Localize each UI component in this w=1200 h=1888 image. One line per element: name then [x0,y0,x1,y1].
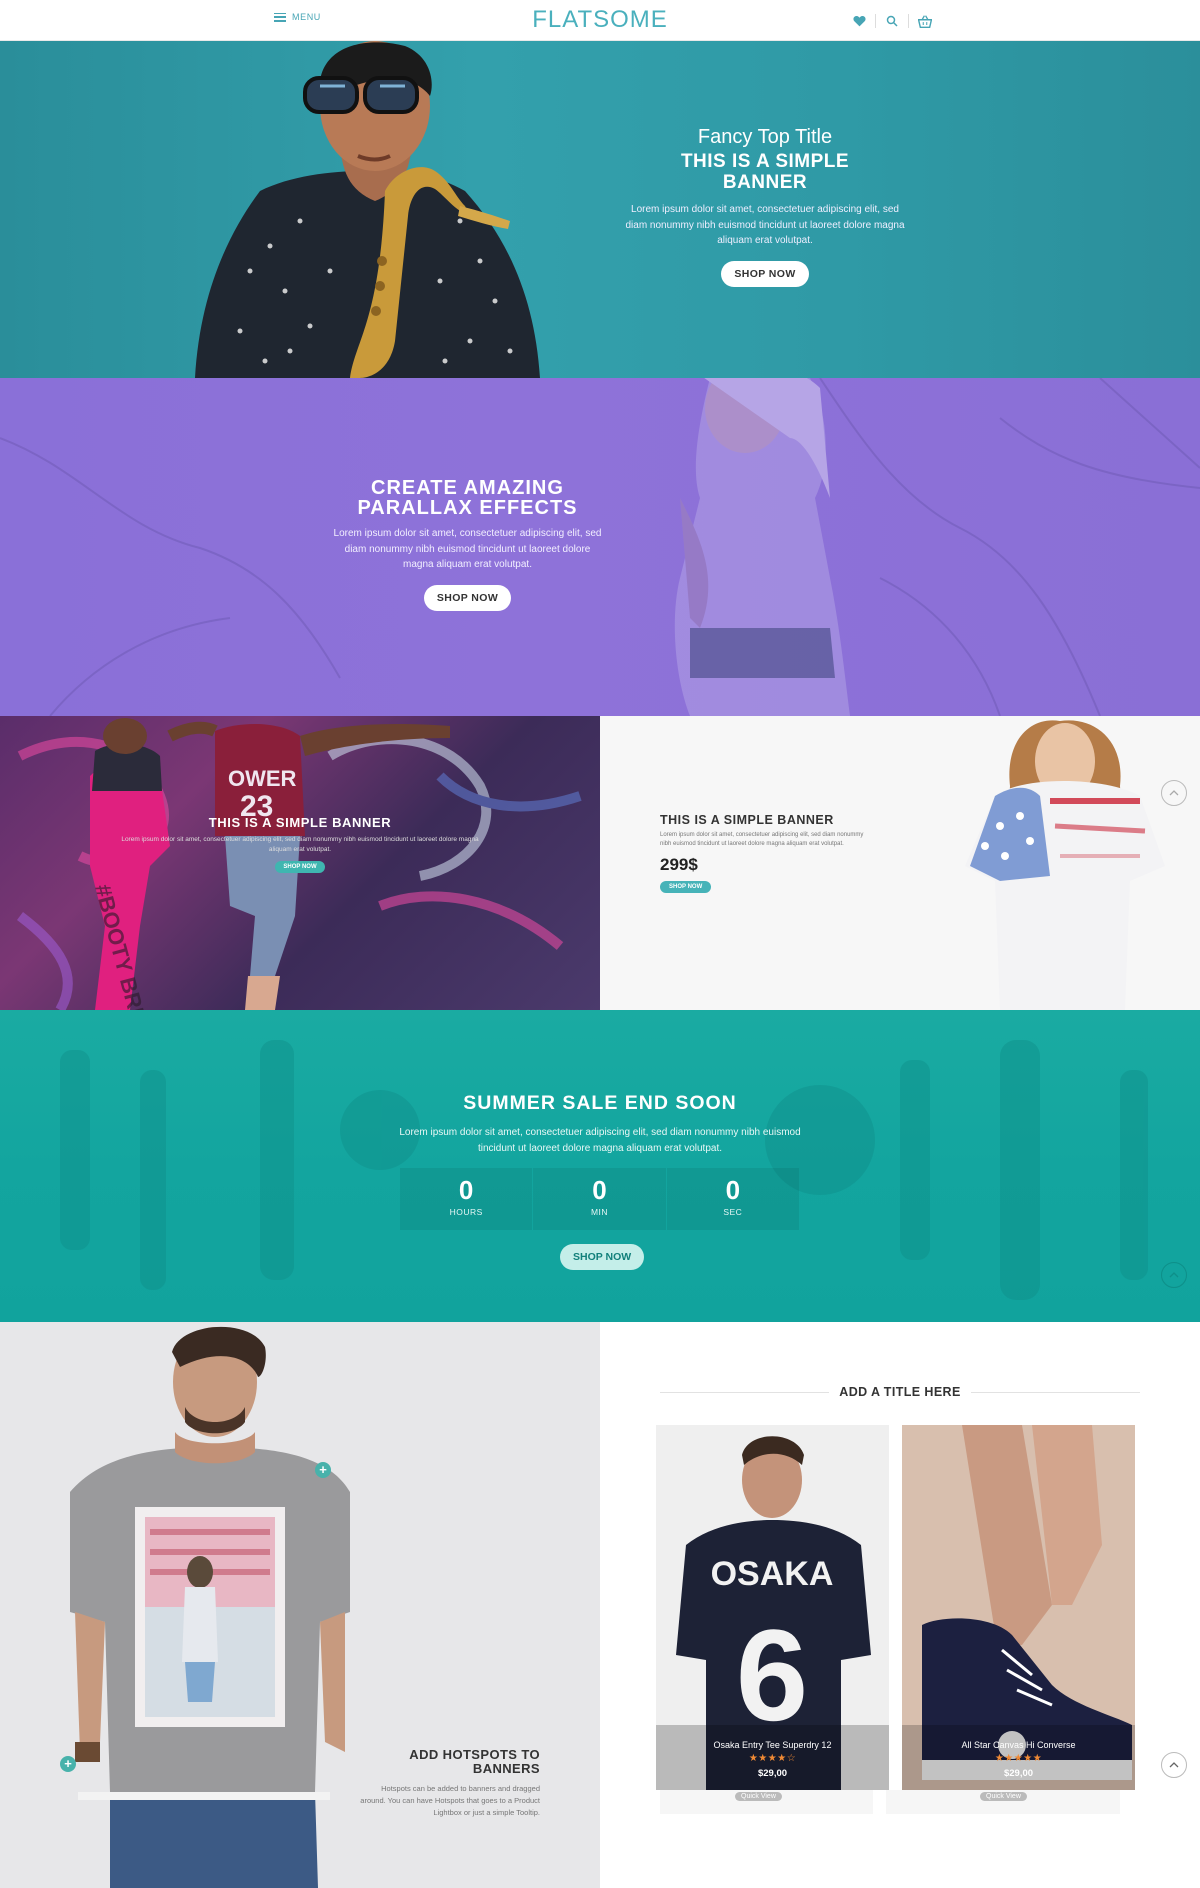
hotspot-title-line: BANNERS [472,1761,540,1776]
graffiti-shop-now-button[interactable]: SHOP NOW [275,861,325,873]
hero-title-line: THIS IS A SIMPLE [680,151,850,172]
wishlist-heart-icon[interactable] [850,12,868,30]
hero-description: Lorem ipsum dolor sit amet, consectetuer… [625,204,905,246]
countdown-minutes: 0 MIN [533,1168,666,1230]
converse-shoe-product-image [902,1425,1135,1790]
chevron-up-icon [1169,1272,1179,1278]
star-rating-icon: ★★★★☆ [748,1753,797,1764]
products-section: ADD A TITLE HERE OSAKA 6 Osaka Entry Tee… [600,1322,1200,1888]
scroll-to-top-button[interactable] [1161,780,1187,806]
countdown-seconds: 0 SEC [666,1168,799,1230]
split-banners: OWER 23 #BOOTY BRIGADE THIS IS A SIMPLE … [0,716,1200,1010]
hero-banner: Fancy Top Title THIS IS A SIMPLE BANNER … [0,41,1200,378]
graffiti-banner-text: THIS IS A SIMPLE BANNER Lorem ipsum dolo… [110,815,490,873]
parallax-title-line: CREATE AMAZING [371,477,564,499]
countdown-label: SEC [723,1207,743,1217]
hero-text-box: Fancy Top Title THIS IS A SIMPLE BANNER … [625,126,905,287]
countdown-value: 0 [592,1175,607,1205]
hotspot-plus-icon[interactable]: + [315,1462,331,1478]
hero-top-title: Fancy Top Title [697,126,833,148]
shirt-banner-text: THIS IS A SIMPLE BANNER Lorem ipsum dolo… [660,813,870,893]
title-divider [970,1391,1141,1393]
header-actions [850,12,934,30]
sale-description: Lorem ipsum dolor sit amet, consectetuer… [399,1127,801,1154]
hotspot-text-box: ADD HOTSPOTS TO BANNERS Hotspots can be … [360,1748,540,1819]
site-logo[interactable]: FLATSOME [0,6,1200,34]
chevron-up-icon [1169,1762,1179,1768]
header-divider [875,14,876,28]
quick-view-button[interactable]: Quick View [735,1792,782,1801]
graffiti-banner-description: Lorem ipsum dolor sit amet, consectetuer… [121,836,479,853]
header-divider [908,14,909,28]
quick-view-button[interactable]: Quick View [980,1792,1027,1801]
cart-basket-icon[interactable] [916,12,934,30]
product-card[interactable]: All Star Canvas Hi Converse ★★★★★ $29,00 [902,1425,1135,1790]
hotspot-title: ADD HOTSPOTS TO BANNERS [360,1748,540,1776]
countdown-label: MIN [590,1207,609,1217]
search-icon[interactable] [883,12,901,30]
scroll-to-top-button[interactable] [1161,1752,1187,1778]
shirt-banner-title: THIS IS A SIMPLE BANNER [660,813,834,827]
parallax-text-box: CREATE AMAZING PARALLAX EFFECTS Lorem ip… [330,478,605,611]
woman-flag-shirt-image [965,720,1165,1010]
sale-shop-now-button[interactable]: SHOP NOW [560,1244,645,1270]
countdown-value: 0 [458,1175,474,1205]
scroll-to-top-button[interactable] [1161,1262,1187,1288]
crowd-background-image [60,1040,1148,1300]
hotspot-title-line: ADD HOTSPOTS TO [409,1747,540,1762]
osaka-tee-product-image: OSAKA 6 [656,1425,889,1790]
countdown-timer: 0 HOURS 0 MIN 0 SEC [400,1168,800,1230]
graffiti-banner-title: THIS IS A SIMPLE BANNER [208,815,392,830]
hotspots-and-products: + + ADD HOTSPOTS TO BANNERS Hotspots can… [0,1322,1200,1888]
parallax-shop-now-button[interactable]: SHOP NOW [423,584,512,611]
countdown-value: 0 [725,1175,741,1205]
parallax-title: CREATE AMAZING PARALLAX EFFECTS [330,478,605,518]
countdown-label: HOURS [449,1207,483,1217]
product-name[interactable]: Osaka Entry Tee Superdry 12 [656,1740,889,1750]
site-header: MENU FLATSOME [0,0,1200,41]
saxophone-player-image [195,41,540,378]
summer-sale-banner: SUMMER SALE END SOON Lorem ipsum dolor s… [0,1010,1200,1322]
parallax-title-line: PARALLAX EFFECTS [357,497,578,519]
chevron-up-icon [1169,790,1179,796]
hero-shop-now-button[interactable]: SHOP NOW [721,260,809,287]
graffiti-banner[interactable]: OWER 23 #BOOTY BRIGADE THIS IS A SIMPLE … [0,716,600,1010]
hotspot-banner: + + ADD HOTSPOTS TO BANNERS Hotspots can… [0,1322,600,1888]
sale-title: SUMMER SALE END SOON [463,1092,737,1114]
hotspot-plus-icon[interactable]: + [60,1756,76,1772]
countdown-hours: 0 HOURS [400,1168,533,1230]
title-divider [660,1391,830,1393]
hero-title: THIS IS A SIMPLE BANNER [625,151,905,193]
product-price: $29,00 [757,1768,788,1779]
shirt-banner-description: Lorem ipsum dolor sit amet, consectetuer… [660,832,864,847]
product-name[interactable]: All Star Canvas Hi Converse [902,1740,1135,1750]
star-rating-icon: ★★★★★ [994,1753,1043,1764]
parallax-banner: CREATE AMAZING PARALLAX EFFECTS Lorem ip… [0,378,1200,716]
svg-text:OSAKA: OSAKA [711,1555,834,1593]
parallax-description: Lorem ipsum dolor sit amet, consectetuer… [333,528,602,570]
product-price: $29,00 [1003,1768,1034,1779]
shirt-banner-price: 299$ [660,855,698,874]
shirt-shop-now-button[interactable]: SHOP NOW [660,881,712,893]
svg-text:OWER: OWER [228,766,297,791]
section-title: ADD A TITLE HERE [660,1385,1141,1399]
section-title-text: ADD A TITLE HERE [839,1385,961,1399]
hero-title-line: BANNER [722,172,808,193]
hotspot-description: Hotspots can be added to banners and dra… [360,1784,540,1817]
shirt-banner[interactable]: THIS IS A SIMPLE BANNER Lorem ipsum dolo… [600,716,1200,1010]
product-card[interactable]: OSAKA 6 Osaka Entry Tee Superdry 12 ★★★★… [656,1425,889,1790]
